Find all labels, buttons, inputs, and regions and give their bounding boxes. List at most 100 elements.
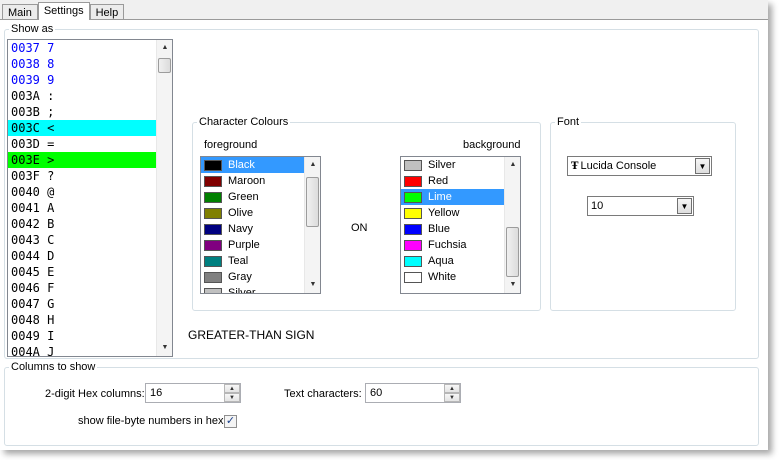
character-code: 0045	[11, 265, 40, 279]
tab-help[interactable]: Help	[89, 4, 125, 20]
colour-list-item[interactable]: Black	[201, 157, 320, 173]
character-code: 003C	[11, 121, 40, 135]
colour-list-item[interactable]: Fuchsia	[401, 237, 520, 253]
colour-swatch	[404, 239, 422, 251]
character-glyph: A	[47, 201, 55, 215]
colour-list-item[interactable]: Silver	[401, 157, 520, 173]
character-glyph: 8	[47, 57, 55, 71]
scroll-thumb[interactable]	[158, 58, 171, 73]
scroll-thumb[interactable]	[306, 177, 319, 227]
scroll-down-arrow-icon[interactable]: ▼	[157, 340, 172, 356]
character-list-item[interactable]: 003C <	[8, 120, 172, 136]
tab-main[interactable]: Main	[2, 4, 38, 20]
foreground-list-scrollbar[interactable]: ▲ ▼	[304, 157, 320, 293]
character-glyph: ;	[47, 105, 55, 119]
colour-swatch	[404, 175, 422, 187]
font-face-select[interactable]: Ŧ Lucida Console ▼	[567, 156, 712, 176]
colour-list-item[interactable]: Yellow	[401, 205, 520, 221]
colour-list-item[interactable]: Blue	[401, 221, 520, 237]
character-list-item[interactable]: 003A :	[8, 88, 172, 104]
character-code: 0048	[11, 313, 40, 327]
character-list-item[interactable]: 0042 B	[8, 216, 172, 232]
spin-down-icon[interactable]: ▼	[444, 393, 460, 402]
colour-list-item[interactable]: Purple	[201, 237, 320, 253]
colour-list-item[interactable]: Maroon	[201, 173, 320, 189]
colour-name: Maroon	[228, 175, 266, 187]
scroll-up-arrow-icon[interactable]: ▲	[305, 157, 320, 173]
text-characters-stepper[interactable]: 60 ▲ ▼	[365, 383, 461, 403]
character-list-item[interactable]: 0037 7	[8, 40, 172, 56]
colour-list-item[interactable]: Aqua	[401, 253, 520, 269]
spin-up-icon[interactable]: ▲	[224, 384, 240, 393]
colour-list-item[interactable]: Navy	[201, 221, 320, 237]
colour-swatch	[404, 255, 422, 267]
character-list-item[interactable]: 003F ?	[8, 168, 172, 184]
spin-up-icon[interactable]: ▲	[444, 384, 460, 393]
character-list-scrollbar[interactable]: ▲ ▼	[156, 40, 172, 356]
character-list-item[interactable]: 0041 A	[8, 200, 172, 216]
character-glyph: @	[47, 185, 55, 199]
character-list-item[interactable]: 0048 H	[8, 312, 172, 328]
colour-name: Silver	[228, 287, 256, 294]
colour-swatch	[204, 287, 222, 293]
colour-swatch	[404, 223, 422, 235]
character-list-item[interactable]: 0039 9	[8, 72, 172, 88]
character-list-item[interactable]: 0043 C	[8, 232, 172, 248]
colour-list-item[interactable]: Red	[401, 173, 520, 189]
chevron-down-icon[interactable]: ▼	[695, 158, 710, 174]
character-list-item[interactable]: 0046 F	[8, 280, 172, 296]
background-colour-list[interactable]: Silver Red Lime Yellow Blue Fuchsia Aqua White …	[400, 156, 521, 294]
colour-list-item[interactable]: Gray	[201, 269, 320, 285]
colour-list-item[interactable]: Olive	[201, 205, 320, 221]
scroll-thumb[interactable]	[506, 227, 519, 277]
character-list-item[interactable]: 003D =	[8, 136, 172, 152]
colour-list-item[interactable]: Teal	[201, 253, 320, 269]
tab-settings[interactable]: Settings	[37, 2, 90, 20]
character-list-item[interactable]: 0038 8	[8, 56, 172, 72]
colour-swatch	[404, 191, 422, 203]
colour-name: Blue	[428, 223, 451, 235]
scroll-down-arrow-icon[interactable]: ▼	[505, 277, 520, 293]
character-code: 0044	[11, 249, 40, 263]
text-characters-value: 60	[370, 387, 383, 399]
chevron-down-icon[interactable]: ▼	[677, 198, 692, 214]
colour-name: Olive	[228, 207, 254, 219]
character-code: 0040	[11, 185, 40, 199]
colour-swatch	[204, 271, 222, 283]
character-list-item[interactable]: 0044 D	[8, 248, 172, 264]
colour-swatch	[404, 271, 422, 283]
foreground-label: foreground	[204, 139, 258, 151]
colour-list-item[interactable]: Silver	[201, 285, 320, 294]
character-list-item[interactable]: 0047 G	[8, 296, 172, 312]
settings-panel: Show as 0037 7 0038 8 0039 9 003A :003B ; 00…	[0, 19, 768, 450]
character-list-item[interactable]: 004A J	[8, 344, 172, 357]
font-size-select[interactable]: 10 ▼	[587, 196, 694, 216]
scroll-up-arrow-icon[interactable]: ▲	[505, 157, 520, 173]
scroll-down-arrow-icon[interactable]: ▼	[305, 277, 320, 293]
character-code: 003B	[11, 105, 40, 119]
spin-down-icon[interactable]: ▼	[224, 393, 240, 402]
character-colours-legend: Character Colours	[199, 116, 289, 128]
character-code: 003F	[11, 169, 40, 183]
hex-columns-stepper[interactable]: 16 ▲ ▼	[145, 383, 241, 403]
font-size-value: 10	[591, 200, 604, 212]
colour-list-item[interactable]: Green	[201, 189, 320, 205]
character-glyph: 9	[47, 73, 55, 87]
character-glyph: G	[47, 297, 55, 311]
background-list-scrollbar[interactable]: ▲ ▼	[504, 157, 520, 293]
colour-name: Silver	[428, 159, 456, 171]
character-list-item[interactable]: 0045 E	[8, 264, 172, 280]
character-glyph: <	[47, 121, 55, 135]
character-code: 004A	[11, 345, 40, 357]
character-list-item[interactable]: 003B ;	[8, 104, 172, 120]
colour-list-item[interactable]: White	[401, 269, 520, 285]
character-list[interactable]: 0037 7 0038 8 0039 9 003A :003B ; 003C <003D…	[7, 39, 173, 357]
character-list-item[interactable]: 0040 @	[8, 184, 172, 200]
hex-numbers-checkbox[interactable]: ✓	[224, 415, 237, 428]
scroll-up-arrow-icon[interactable]: ▲	[157, 40, 172, 56]
colour-list-item[interactable]: Lime	[401, 189, 520, 205]
foreground-colour-list[interactable]: Black Maroon Green Olive Navy Purple Teal Gray S…	[200, 156, 321, 294]
character-code: 0039	[11, 73, 40, 87]
character-list-item[interactable]: 0049 I	[8, 328, 172, 344]
character-list-item[interactable]: 003E >	[8, 152, 172, 168]
